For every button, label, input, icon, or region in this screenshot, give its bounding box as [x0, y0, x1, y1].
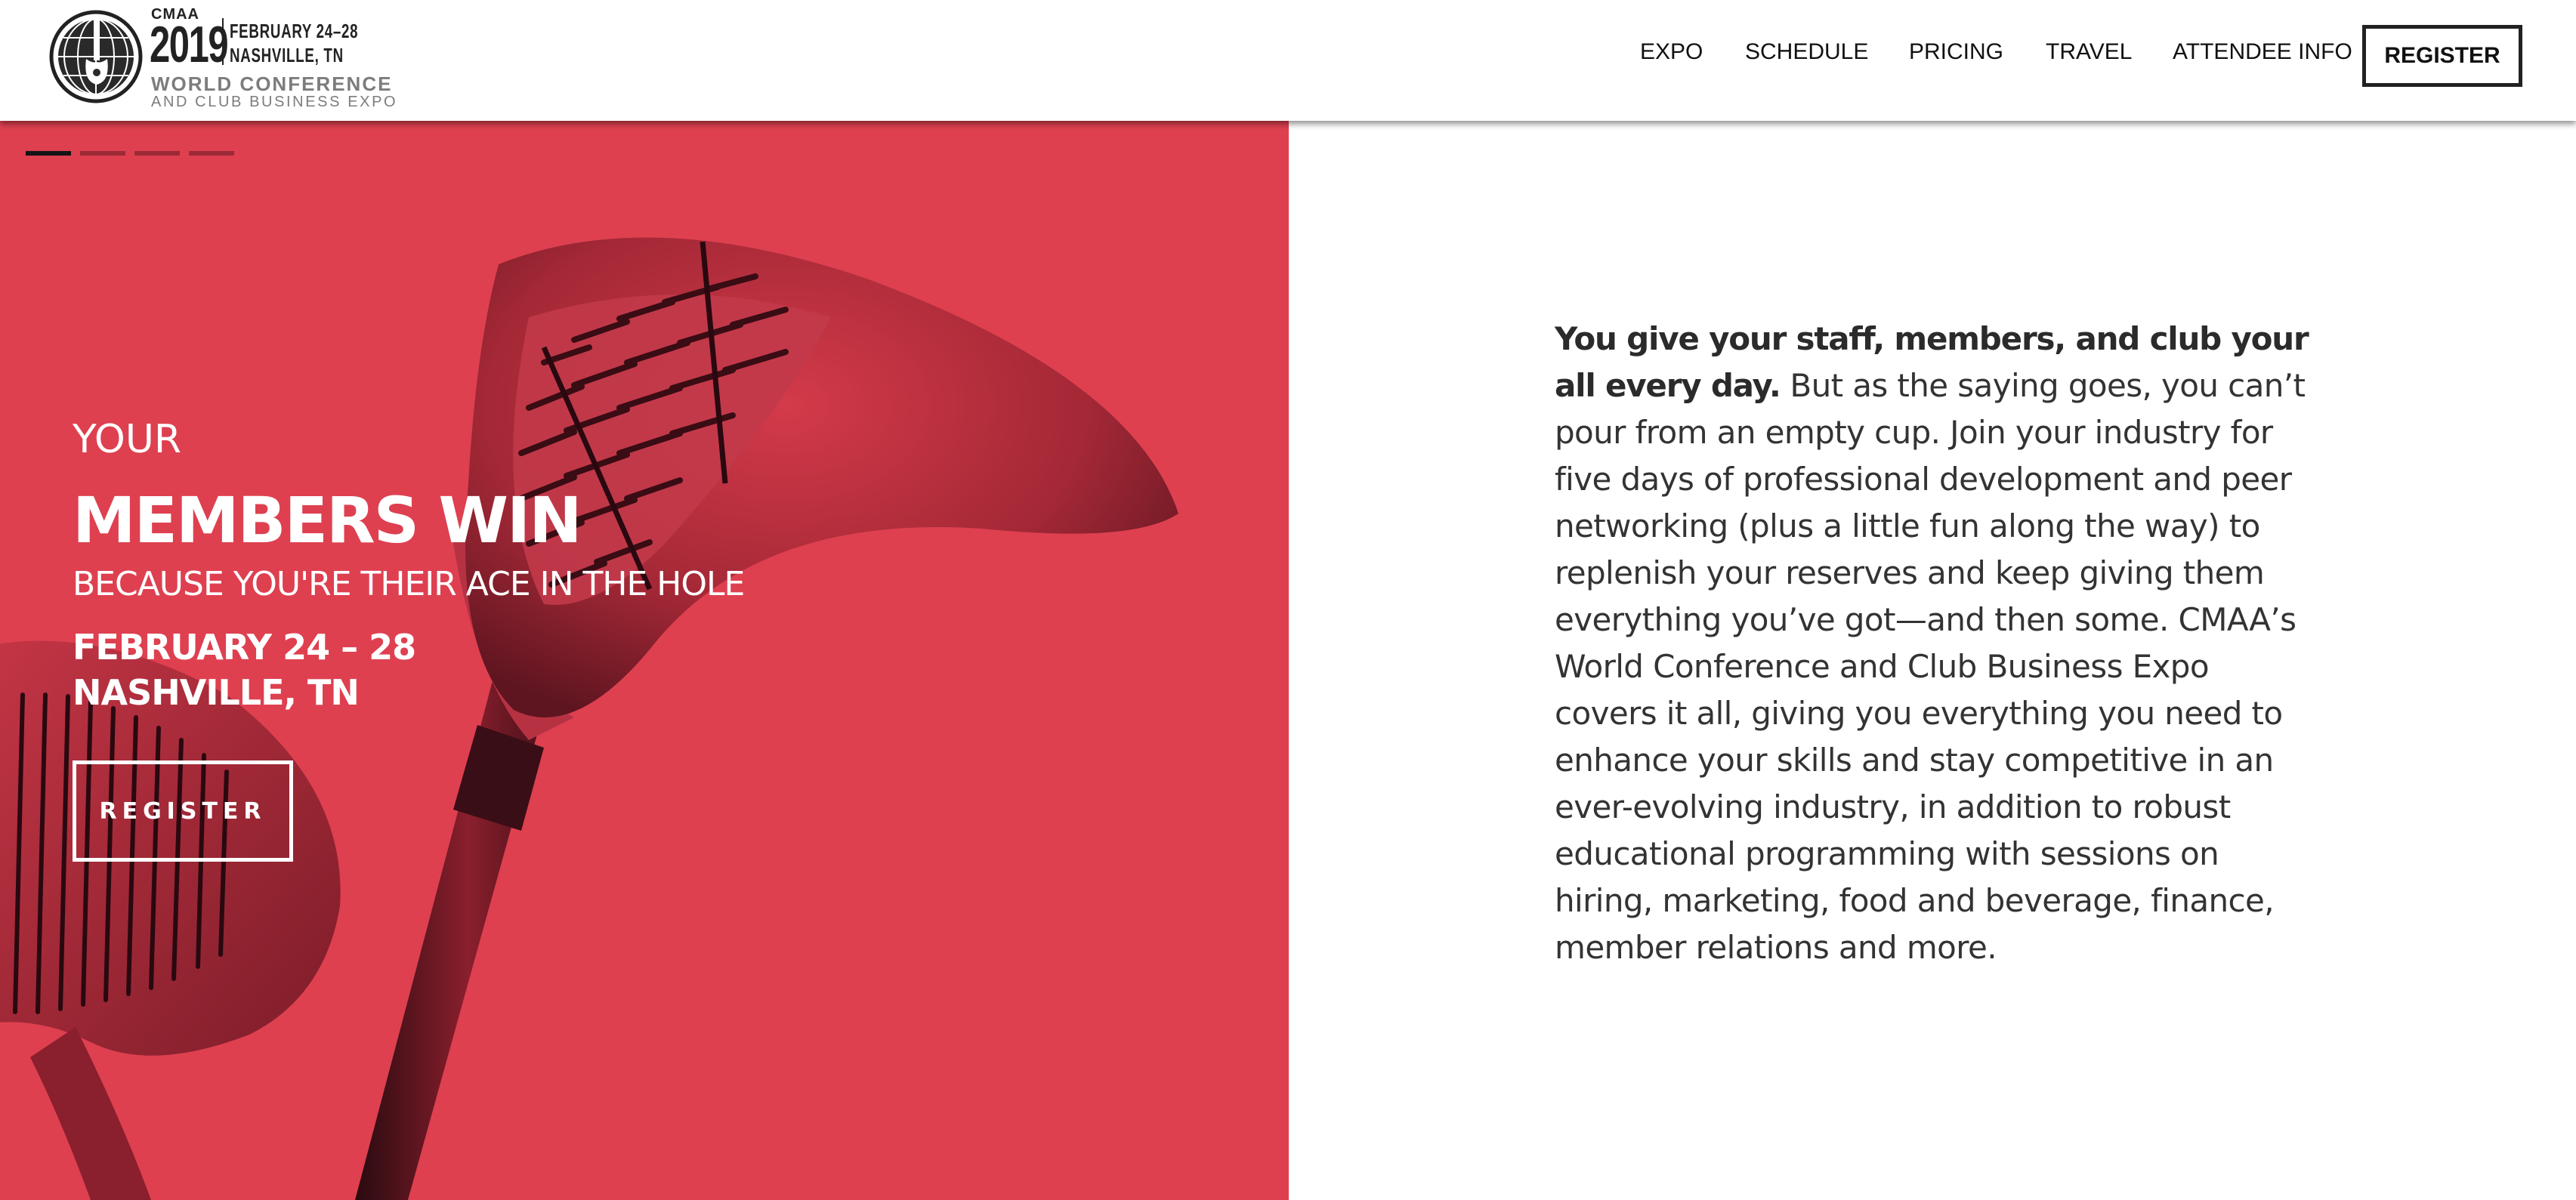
logo-wordmark: CMAA 2019 FEBRUARY 24–28 NASHVILLE, TN W… — [150, 6, 396, 112]
hero-register-button[interactable]: REGISTER — [73, 760, 293, 862]
site-header: CMAA 2019 FEBRUARY 24–28 NASHVILLE, TN W… — [0, 0, 2576, 121]
logo-year: 2019 — [150, 16, 229, 73]
hero-subheadline: BECAUSE YOU'RE THEIR ACE IN THE HOLE — [73, 565, 745, 603]
hero-eyebrow: YOUR — [73, 417, 182, 462]
nav-schedule[interactable]: SCHEDULE — [1745, 39, 1868, 65]
hero-location: NASHVILLE, TN — [73, 672, 360, 713]
hero-section: YOUR MEMBERS WIN BECAUSE YOU'RE THEIR AC… — [0, 121, 1289, 1200]
logo-divider — [222, 18, 224, 65]
intro-paragraph: You give your staff, members, and club y… — [1555, 316, 2310, 971]
cmaa-2019-logo[interactable]: CMAA 2019 FEBRUARY 24–28 NASHVILLE, TN W… — [48, 6, 396, 112]
logo-dates: FEBRUARY 24–28 — [230, 20, 359, 42]
slider-dot-3[interactable] — [134, 151, 180, 156]
nav-expo[interactable]: EXPO — [1640, 39, 1703, 65]
logo-location: NASHVILLE, TN — [230, 44, 344, 66]
slider-dot-1[interactable] — [26, 151, 71, 156]
header-register-button[interactable]: REGISTER — [2362, 25, 2522, 87]
slider-dot-4[interactable] — [189, 151, 234, 156]
nav-pricing[interactable]: PRICING — [1909, 39, 2003, 65]
nav-travel[interactable]: TRAVEL — [2046, 39, 2132, 65]
slider-dot-2[interactable] — [80, 151, 125, 156]
logo-line1: WORLD CONFERENCE — [151, 72, 393, 95]
hero-dates: FEBRUARY 24 – 28 — [73, 627, 416, 668]
globe-guitar-icon — [49, 10, 143, 103]
nav-attendee-info[interactable]: ATTENDEE INFO — [2173, 39, 2352, 65]
logo-line2: AND CLUB BUSINESS EXPO — [151, 94, 398, 110]
hero-headline: MEMBERS WIN — [73, 483, 582, 557]
intro-body: But as the saying goes, you can’t pour f… — [1555, 367, 2306, 966]
